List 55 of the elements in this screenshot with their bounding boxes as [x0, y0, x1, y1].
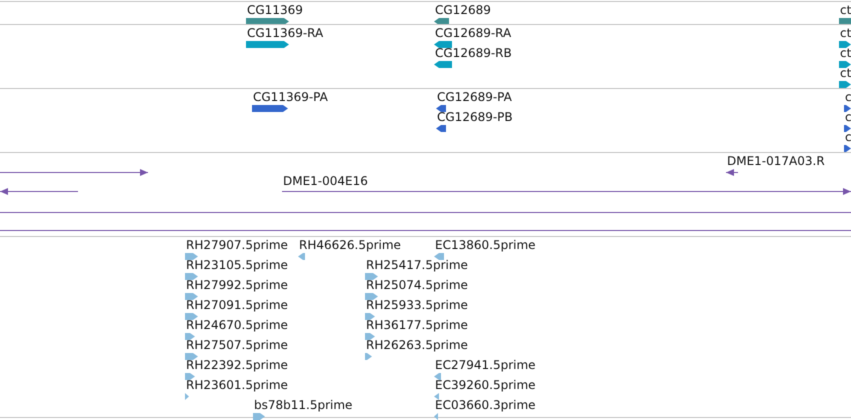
feature-label[interactable]: EC03660.3prime: [435, 398, 536, 412]
feature-glyph[interactable]: [436, 125, 446, 132]
feature-label[interactable]: ct: [840, 66, 851, 80]
feature-glyph[interactable]: [436, 105, 446, 112]
feature-label[interactable]: CG12689-RB: [435, 46, 512, 60]
feature-label[interactable]: RH25417.5prime: [366, 258, 468, 272]
feature-label[interactable]: c: [845, 90, 851, 104]
feature-label[interactable]: ct: [840, 26, 851, 40]
alignment-line[interactable]: [0, 188, 78, 195]
feature-label[interactable]: RH27091.5prime: [186, 298, 288, 312]
feature-label[interactable]: c: [845, 130, 851, 144]
feature-glyph[interactable]: [844, 145, 851, 152]
feature-label[interactable]: RH25933.5prime: [366, 298, 468, 312]
feature-label[interactable]: CG12689: [435, 3, 491, 17]
feature-glyph[interactable]: [434, 41, 452, 48]
feature-label[interactable]: CG11369-PA: [253, 90, 328, 104]
feature-glyph[interactable]: [844, 125, 851, 132]
alignment-line[interactable]: [0, 209, 851, 216]
feature-label[interactable]: DME1-017A03.R: [727, 154, 825, 168]
feature-label[interactable]: RH27907.5prime: [186, 238, 288, 252]
feature-glyph[interactable]: [839, 41, 851, 48]
feature-glyph[interactable]: [434, 18, 449, 25]
feature-label[interactable]: RH22392.5prime: [186, 358, 288, 372]
feature-label[interactable]: ct: [840, 3, 851, 17]
feature-label[interactable]: CG12689-RA: [435, 26, 512, 40]
alignment-line[interactable]: [0, 169, 148, 176]
feature-label[interactable]: ct: [840, 46, 851, 60]
feature-label[interactable]: RH27992.5prime: [186, 278, 288, 292]
feature-label[interactable]: RH25074.5prime: [366, 278, 468, 292]
feature-label[interactable]: RH24670.5prime: [186, 318, 288, 332]
feature-label[interactable]: CG12689-PB: [437, 110, 513, 124]
feature-label[interactable]: CG12689-PA: [437, 90, 512, 104]
alignment-line[interactable]: [282, 188, 851, 195]
alignment-line[interactable]: [0, 227, 851, 234]
feature-label[interactable]: EC27941.5prime: [435, 358, 536, 372]
feature-label[interactable]: c: [845, 110, 851, 124]
feature-label[interactable]: EC39260.5prime: [435, 378, 536, 392]
feature-label[interactable]: EC13860.5prime: [435, 238, 536, 252]
feature-label[interactable]: CG11369-RA: [247, 26, 324, 40]
alignment-line[interactable]: [726, 169, 738, 176]
feature-glyph[interactable]: [246, 41, 289, 48]
feature-label[interactable]: RH27507.5prime: [186, 338, 288, 352]
feature-label[interactable]: RH26263.5prime: [366, 338, 468, 352]
feature-label[interactable]: bs78b11.5prime: [254, 398, 352, 412]
feature-glyph[interactable]: [434, 61, 452, 68]
feature-glyph[interactable]: [839, 81, 851, 88]
feature-glyph[interactable]: [844, 105, 851, 112]
feature-label[interactable]: DME1-004E16: [283, 174, 368, 188]
feature-label[interactable]: RH36177.5prime: [366, 318, 468, 332]
feature-label[interactable]: RH46626.5prime: [299, 238, 401, 252]
feature-label[interactable]: RH23105.5prime: [186, 258, 288, 272]
feature-glyph[interactable]: [252, 105, 288, 112]
feature-label[interactable]: RH23601.5prime: [186, 378, 288, 392]
feature-label[interactable]: CG11369: [247, 3, 303, 17]
feature-glyph[interactable]: [839, 61, 851, 68]
